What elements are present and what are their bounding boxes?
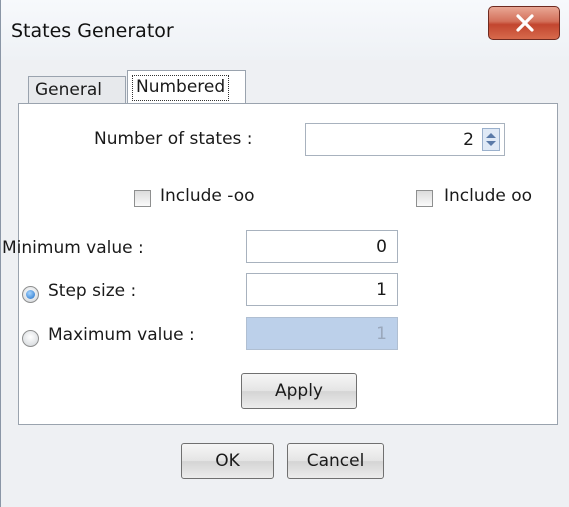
step-size-label: Step size : <box>48 281 137 301</box>
dialog-footer: OK Cancel <box>1 425 569 507</box>
tab-numbered[interactable]: Numbered <box>127 70 246 104</box>
numbered-panel: Number of states : 2 Include -oo Include… <box>2 103 558 425</box>
minimum-value-text: 0 <box>376 237 387 257</box>
step-size-text: 1 <box>376 280 387 300</box>
num-states-spinner[interactable]: 2 <box>305 123 505 156</box>
window-title: States Generator <box>11 20 174 42</box>
include-neg-inf-label: Include -oo <box>160 186 255 206</box>
apply-button[interactable]: Apply <box>241 373 357 409</box>
ok-button[interactable]: OK <box>181 443 274 479</box>
apply-button-label: Apply <box>275 381 323 401</box>
include-neg-inf-checkbox[interactable] <box>134 190 151 207</box>
states-generator-dialog: States Generator General Numbered Number… <box>0 0 569 507</box>
include-pos-inf-checkbox[interactable] <box>416 190 433 207</box>
step-size-input[interactable]: 1 <box>246 273 398 306</box>
maximum-value-text: 1 <box>376 324 387 344</box>
maximum-value-radio[interactable] <box>22 330 39 347</box>
tab-strip: General Numbered <box>11 63 560 104</box>
cancel-button-label: Cancel <box>306 451 365 471</box>
include-pos-inf-label: Include oo <box>444 186 533 206</box>
step-size-radio[interactable] <box>22 286 39 303</box>
spinner-icon[interactable] <box>482 128 500 151</box>
spinner-arrows-icon <box>486 133 496 146</box>
ok-button-label: OK <box>215 451 240 471</box>
num-states-value: 2 <box>463 130 474 150</box>
close-button[interactable] <box>488 6 560 40</box>
tab-general[interactable]: General <box>28 76 126 103</box>
minimum-value-input[interactable]: 0 <box>246 230 398 263</box>
close-icon <box>516 14 534 32</box>
num-states-label: Number of states : <box>94 129 253 149</box>
minimum-value-label: Minimum value : <box>2 238 144 258</box>
maximum-value-label: Maximum value : <box>48 325 195 345</box>
tab-numbered-label: Numbered <box>132 75 230 101</box>
tab-general-label: General <box>35 80 102 100</box>
title-bar: States Generator <box>1 0 569 60</box>
cancel-button[interactable]: Cancel <box>287 443 384 479</box>
maximum-value-input: 1 <box>246 317 398 350</box>
